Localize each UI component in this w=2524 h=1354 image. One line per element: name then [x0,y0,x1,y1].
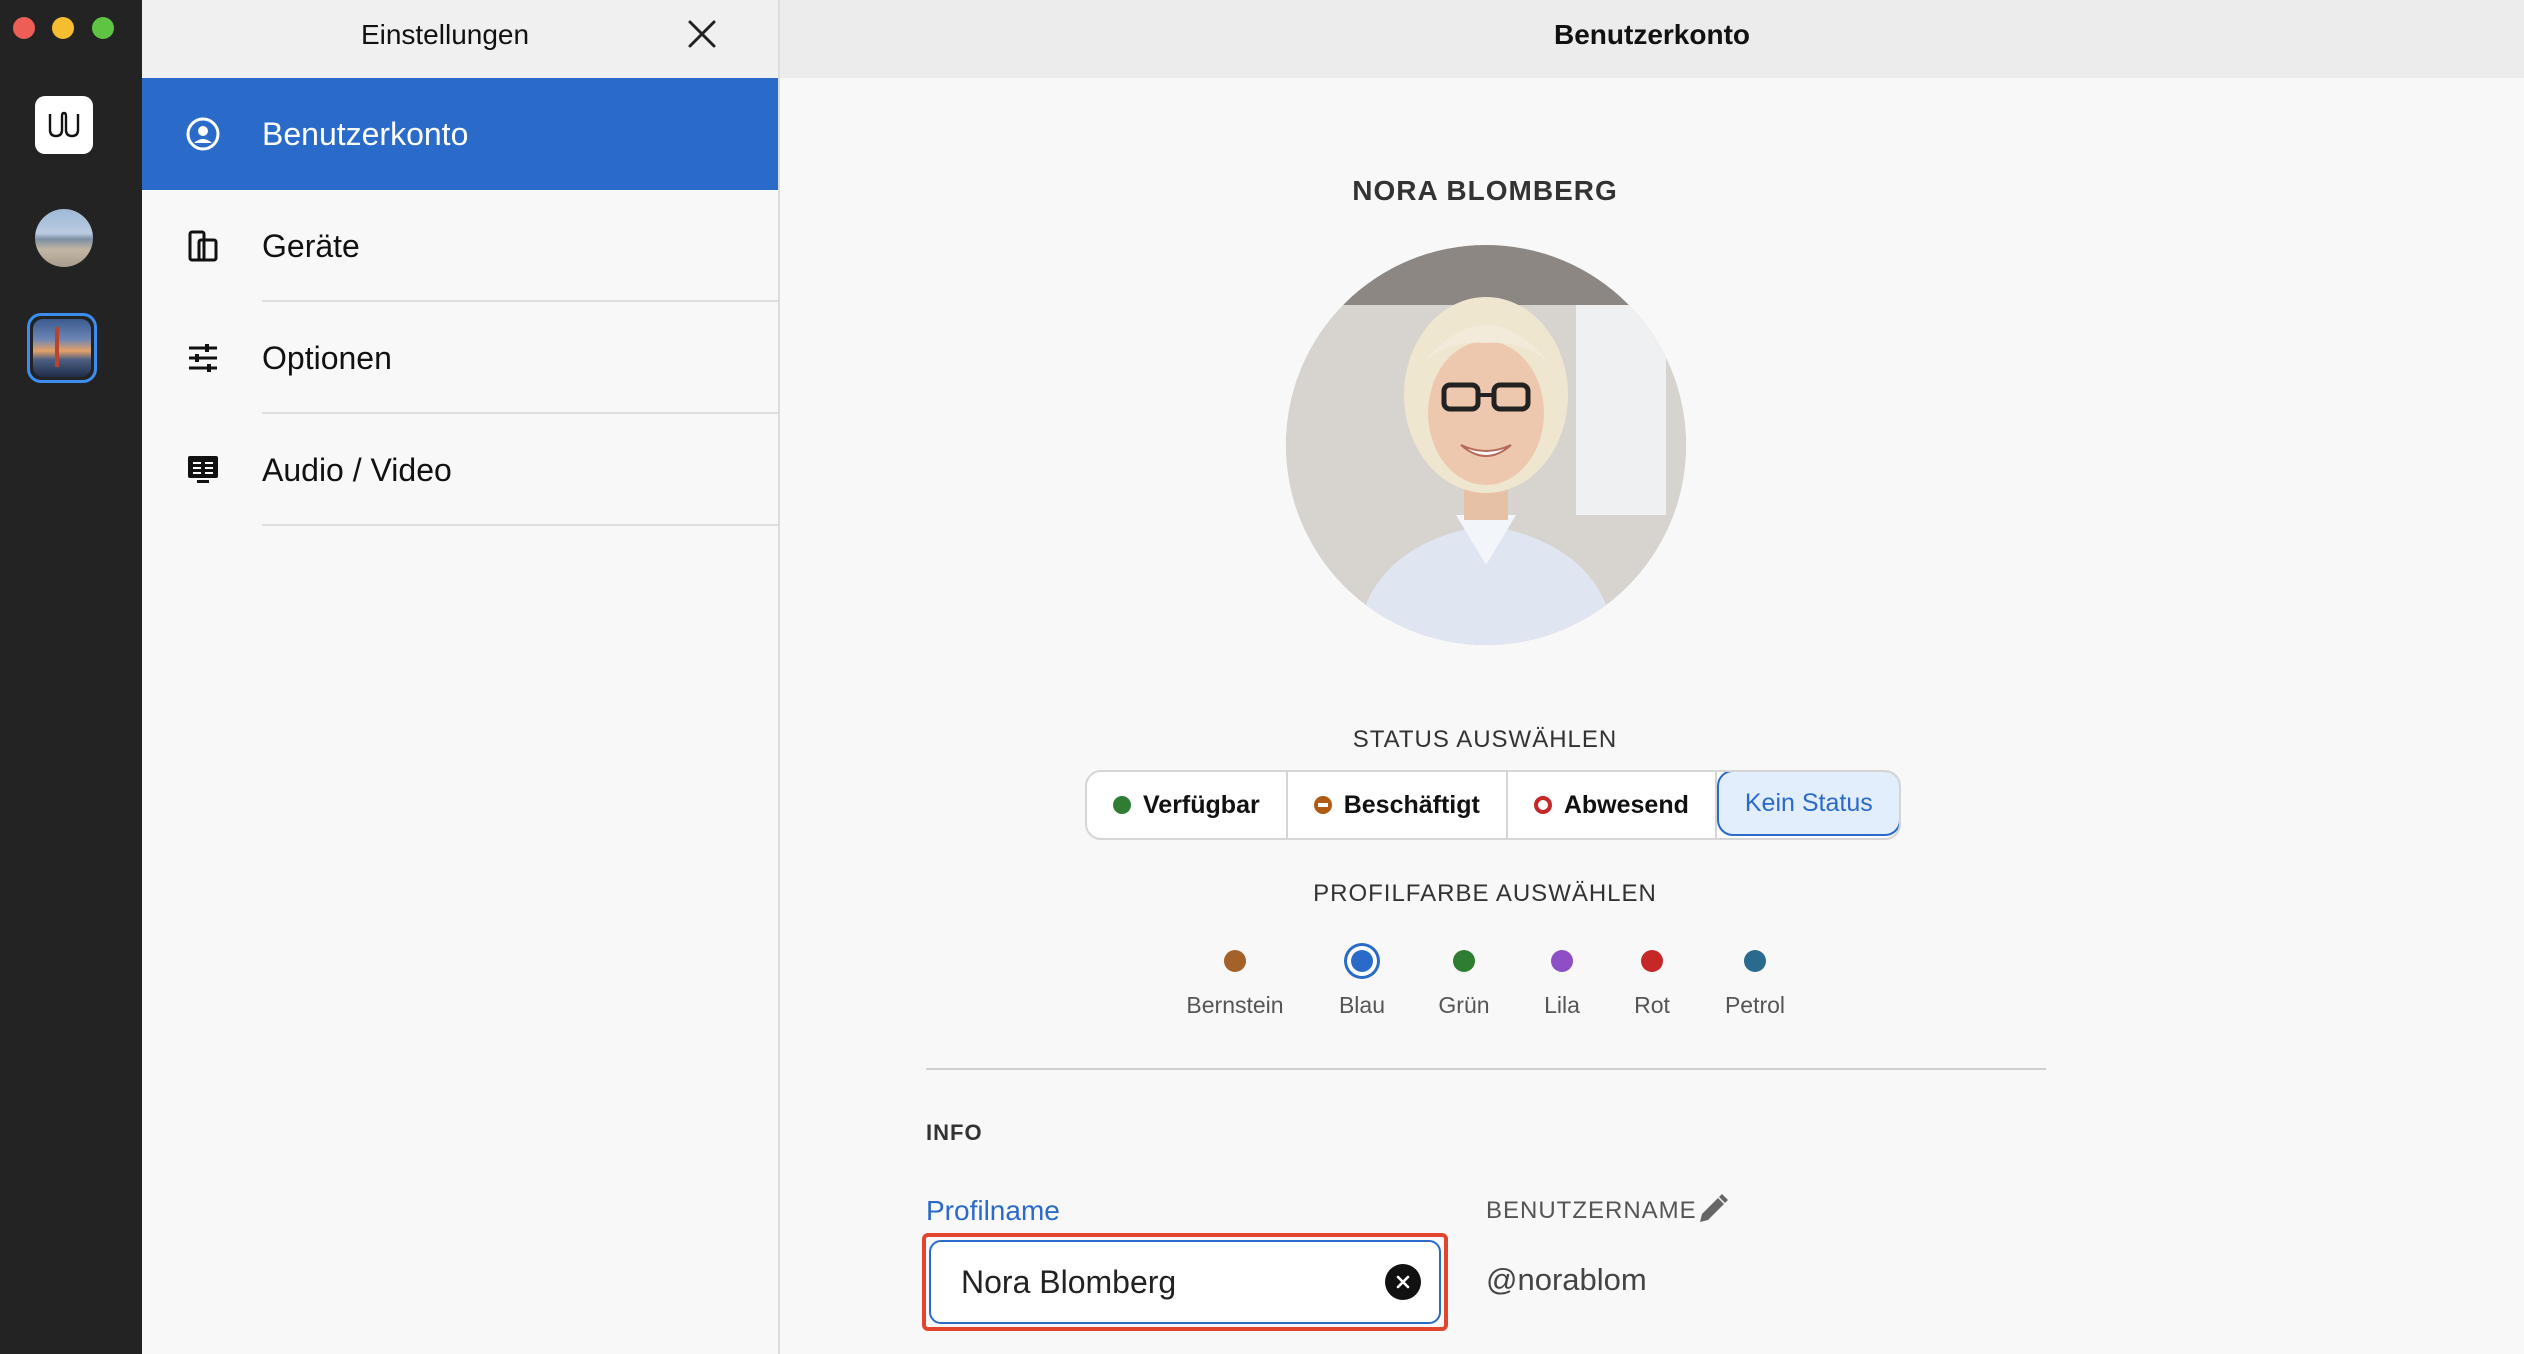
status-heading: STATUS AUSWÄHLEN [1352,726,1618,753]
sidebar-item-audio-video[interactable]: Audio / Video [142,414,778,526]
app-logo-button[interactable] [35,96,93,154]
sidebar-item-label: Benutzerkonto [262,116,469,152]
profile-display-name: NORA BLOMBERG [1352,175,1618,206]
account-circle-icon [184,115,222,153]
clear-x-icon [1396,1275,1410,1289]
close-icon[interactable] [684,16,720,52]
color-option-rot[interactable]: Rot [1592,950,1712,1019]
sidebar-item-benutzerkonto[interactable]: Benutzerkonto [142,78,778,190]
color-option-petrol[interactable]: Petrol [1695,950,1815,1019]
window-minimize-button[interactable] [52,17,74,39]
main-header: Benutzerkonto [780,0,2524,78]
color-dot [1641,950,1663,972]
sidebar-item-geraete[interactable]: Geräte [142,190,778,302]
profile-name-field-container [929,1240,1441,1324]
divider [262,524,778,526]
window-close-button[interactable] [13,17,35,39]
highlight-box [922,1233,1448,1331]
status-away-button[interactable]: Abwesend [1508,772,1717,838]
color-label: Bernstein [1186,992,1284,1018]
status-busy-icon [1313,796,1332,814]
status-away-icon [1533,796,1552,814]
status-label: Verfügbar [1143,790,1260,819]
account-avatar-image [33,319,91,377]
person-portrait-icon [1286,245,1686,645]
color-dot [1453,950,1475,972]
username-value: @norablom [1486,1262,1647,1297]
sidebar-item-optionen[interactable]: Optionen [142,302,778,414]
settings-menu: Benutzerkonto Geräte Optionen Audio / Vi… [142,78,778,526]
sliders-icon [184,339,222,377]
profile-name-input[interactable] [961,1242,1361,1322]
window-zoom-button[interactable] [92,17,114,39]
color-label: Petrol [1724,992,1786,1018]
section-divider [926,1068,2046,1070]
status-label: Abwesend [1563,790,1689,819]
account-settings-panel: Benutzerkonto NORA BLOMBERG STATUS AUSWÄ… [780,0,2524,1354]
status-label: Kein Status [1744,788,1873,817]
account-rail [0,0,142,1354]
wire-logo-icon [48,111,80,138]
profile-name-label: Profilname [926,1195,1060,1226]
color-option-bernstein[interactable]: Bernstein [1175,950,1295,1019]
clear-input-button[interactable] [1385,1264,1421,1300]
username-label: BENUTZERNAME [1486,1197,1697,1224]
status-label: Beschäftigt [1343,790,1480,819]
color-label: Rot [1634,992,1670,1018]
status-available-icon [1113,796,1131,814]
profile-color-heading: PROFILFARBE AUSWÄHLEN [1313,880,1657,907]
account-switch-avatar-2[interactable] [27,313,97,383]
edit-pencil-icon[interactable] [1692,1190,1732,1230]
status-busy-button[interactable]: Beschäftigt [1288,772,1508,838]
color-dot [1224,950,1246,972]
color-dot [1744,950,1766,972]
devices-icon [184,227,222,265]
status-available-button[interactable]: Verfügbar [1087,772,1288,838]
status-selector: Verfügbar Beschäftigt Abwesend Kein Stat… [1085,770,1901,840]
info-heading: INFO [926,1120,983,1145]
settings-sidebar: Einstellungen Benutzerkonto Geräte Optio… [142,0,780,1354]
sidebar-item-label: Geräte [262,228,360,264]
sidebar-item-label: Optionen [262,340,392,376]
sidebar-header: Einstellungen [142,0,778,78]
color-dot [1351,950,1373,972]
color-dot [1551,950,1573,972]
page-title: Benutzerkonto [1554,19,1750,50]
monitor-icon [184,451,222,489]
sidebar-title: Einstellungen [360,19,530,50]
status-none-button[interactable]: Kein Status [1716,772,1899,836]
account-switch-avatar-1[interactable] [35,209,93,267]
sidebar-item-label: Audio / Video [262,452,452,488]
profile-avatar[interactable] [1286,245,1686,645]
